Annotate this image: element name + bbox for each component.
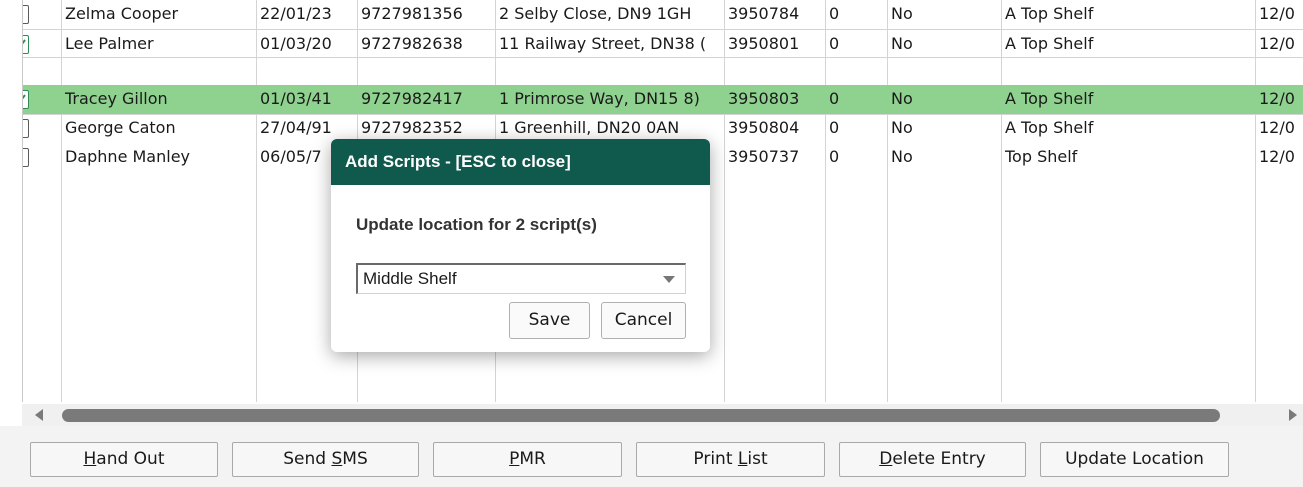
- cell-reference: 3950803: [728, 89, 800, 108]
- hand-out-button[interactable]: Hand Out: [30, 442, 218, 477]
- print-list-button[interactable]: Print List: [636, 442, 825, 477]
- delete-entry-button[interactable]: Delete Entry: [839, 442, 1026, 477]
- checkbox[interactable]: [23, 119, 29, 138]
- cell-count: 0: [829, 118, 840, 137]
- cell-count: 0: [829, 147, 840, 166]
- checkbox[interactable]: [23, 148, 29, 167]
- checkbox-checked[interactable]: [23, 35, 29, 54]
- cell-flag: No: [891, 89, 913, 108]
- checkmark-icon: [23, 39, 26, 45]
- cell-flag: No: [891, 118, 913, 137]
- cell-location: A Top Shelf: [1005, 89, 1094, 108]
- checkbox[interactable]: [23, 5, 29, 24]
- cell-name: Tracey Gillon: [65, 89, 168, 108]
- dialog-title: Add Scripts - [ESC to close]: [331, 139, 710, 185]
- cell-name: Zelma Cooper: [65, 4, 179, 23]
- action-button-bar: Hand Out Send SMS PMR Print List Delete …: [0, 426, 1303, 487]
- cell-nhs-number: 9727982417: [361, 89, 463, 108]
- chevron-down-icon[interactable]: [663, 276, 675, 283]
- table-row[interactable]: Tracey Gillon 01/03/41 9727982417 1 Primros…: [23, 85, 1303, 114]
- cell-date: 12/0: [1259, 34, 1295, 53]
- cell-flag: No: [891, 147, 913, 166]
- checkmark-icon: [23, 94, 26, 100]
- cell-reference: 3950737: [728, 147, 800, 166]
- location-select-value: Middle Shelf: [363, 269, 457, 288]
- cell-reference: 3950784: [728, 4, 800, 23]
- cell-reference: 3950801: [728, 34, 800, 53]
- save-button[interactable]: Save: [509, 302, 590, 339]
- row-divider: [23, 57, 1303, 58]
- cancel-button[interactable]: Cancel: [601, 302, 686, 339]
- cell-dob: 01/03/20: [260, 34, 332, 53]
- cell-flag: No: [891, 4, 913, 23]
- cell-reference: 3950804: [728, 118, 800, 137]
- cell-location: Top Shelf: [1005, 147, 1078, 166]
- dialog-message: Update location for 2 script(s): [356, 215, 597, 234]
- scroll-left-arrow-icon[interactable]: [35, 409, 43, 421]
- pmr-button[interactable]: PMR: [433, 442, 622, 477]
- cell-count: 0: [829, 34, 840, 53]
- update-location-button[interactable]: Update Location: [1040, 442, 1229, 477]
- cell-location: A Top Shelf: [1005, 118, 1094, 137]
- cell-date: 12/0: [1259, 118, 1295, 137]
- cell-date: 12/0: [1259, 89, 1295, 108]
- checkbox-checked[interactable]: [23, 90, 29, 109]
- table-row[interactable]: Lee Palmer 01/03/20 9727982638 11 Railway S…: [23, 30, 1303, 59]
- table-row[interactable]: Zelma Cooper 22/01/23 9727981356 2 Selby Cl…: [23, 0, 1303, 29]
- location-select[interactable]: Middle Shelf: [356, 263, 686, 294]
- cell-name: George Caton: [65, 118, 176, 137]
- cell-flag: No: [891, 34, 913, 53]
- cell-dob: 01/03/41: [260, 89, 332, 108]
- cell-nhs-number: 9727982638: [361, 34, 463, 53]
- cell-count: 0: [829, 89, 840, 108]
- scroll-right-arrow-icon[interactable]: [1289, 409, 1297, 421]
- cell-address: 1 Primrose Way, DN15 8): [499, 89, 700, 108]
- cell-address: 11 Railway Street, DN38 (: [499, 34, 707, 53]
- app-window: Zelma Cooper 22/01/23 9727981356 2 Selby Cl…: [0, 0, 1303, 487]
- cell-location: A Top Shelf: [1005, 4, 1094, 23]
- cell-location: A Top Shelf: [1005, 34, 1094, 53]
- cell-nhs-number: 9727981356: [361, 4, 463, 23]
- add-scripts-dialog: Add Scripts - [ESC to close] Update loca…: [331, 139, 710, 352]
- cell-dob: 22/01/23: [260, 4, 332, 23]
- cell-address: 2 Selby Close, DN9 1GH: [499, 4, 692, 23]
- cell-name: Lee Palmer: [65, 34, 154, 53]
- cell-name: Daphne Manley: [65, 147, 190, 166]
- scrollbar-thumb[interactable]: [62, 409, 1220, 422]
- send-sms-button[interactable]: Send SMS: [232, 442, 419, 477]
- cell-count: 0: [829, 4, 840, 23]
- horizontal-scrollbar[interactable]: [22, 404, 1303, 426]
- cell-date: 12/0: [1259, 4, 1295, 23]
- cell-date: 12/0: [1259, 147, 1295, 166]
